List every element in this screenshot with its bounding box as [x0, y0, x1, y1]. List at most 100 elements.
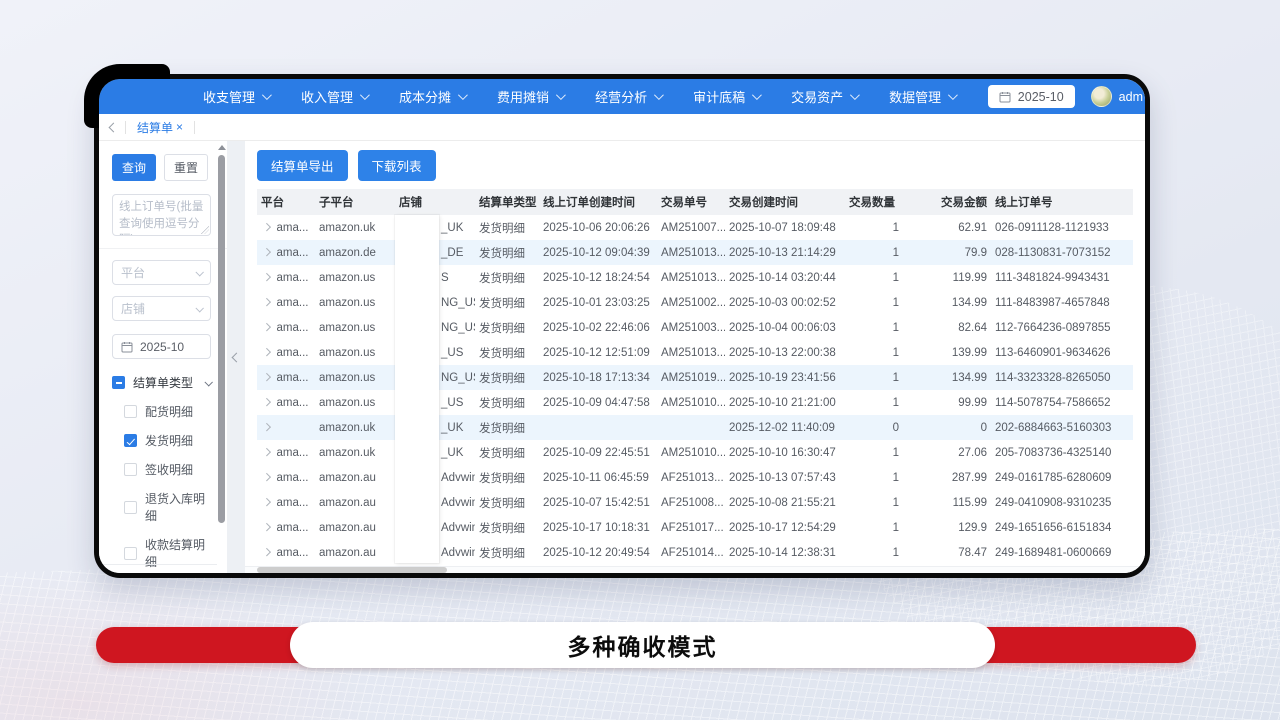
cell-transaction-created: 2025-10-17 12:54:29 [725, 515, 845, 540]
row-expand-icon[interactable] [263, 248, 271, 256]
settlement-type-option[interactable]: 配货明细 [124, 403, 211, 420]
sidebar-collapse-icon[interactable] [231, 352, 241, 362]
shop-column-redaction-overlay [395, 215, 439, 563]
nav-item[interactable]: 交易资产 [775, 79, 873, 114]
online-order-no-textarea[interactable]: 线上订单号(批量查询使用逗号分隔) [112, 194, 211, 236]
row-expand-icon[interactable] [263, 223, 271, 231]
cell-sub-platform: amazon.us [315, 390, 395, 415]
row-expand-icon[interactable] [263, 398, 271, 406]
cell-online-order-created: 2025-10-09 04:47:58 [539, 390, 657, 415]
chevron-down-icon [195, 304, 203, 312]
reset-button[interactable]: 重置 [164, 154, 208, 181]
scrollbar-up-arrow-icon[interactable] [218, 145, 226, 150]
cell-transaction-no: AM251003... [657, 315, 725, 340]
table-row[interactable]: ama...amazon.auAdvwin发货明细2025-10-11 06:4… [257, 465, 1133, 490]
table-row[interactable]: ama...amazon.de_DE发货明细2025-10-12 09:04:3… [257, 240, 1133, 265]
row-expand-icon[interactable] [263, 323, 271, 331]
nav-item-label: 数据管理 [889, 87, 941, 106]
cell-settlement-type: 发货明细 [475, 440, 539, 465]
month-picker[interactable]: 2025-10 [112, 334, 211, 359]
checkbox-unchecked[interactable] [124, 405, 137, 418]
row-expand-icon[interactable] [263, 473, 271, 481]
sidebar-scrollbar[interactable] [217, 143, 226, 571]
table-row[interactable]: ama...amazon.uk_UK发货明细2025-10-09 22:45:5… [257, 440, 1133, 465]
navbar-date-picker[interactable]: 2025-10 [988, 85, 1075, 108]
chevron-down-icon [850, 90, 860, 100]
shop-name-suffix: NG_US [441, 297, 475, 309]
row-expand-icon[interactable] [263, 548, 271, 556]
cell-transaction-no: AM251007... [657, 215, 725, 240]
cell-transaction-qty: 1 [845, 240, 903, 265]
cell-online-order-created: 2025-10-07 15:42:51 [539, 490, 657, 515]
checkbox-unchecked[interactable] [124, 547, 137, 560]
nav-item[interactable]: 数据管理 [873, 79, 971, 114]
table-row[interactable]: ama...amazon.us_US发货明细2025-10-09 04:47:5… [257, 390, 1133, 415]
tab-close-icon[interactable]: × [176, 120, 183, 134]
table-row[interactable]: ama...amazon.uk_UK发货明细2025-10-06 20:06:2… [257, 215, 1133, 240]
nav-menu: 收支管理收入管理成本分摊费用摊销经营分析审计底稿交易资产 数据管理 [187, 79, 971, 114]
table-row[interactable]: ama...amazon.usNG_US发货明细2025-10-02 22:46… [257, 315, 1133, 340]
row-expand-icon[interactable] [263, 498, 271, 506]
row-expand-icon[interactable] [263, 298, 271, 306]
search-button[interactable]: 查询 [112, 154, 156, 181]
row-expand-icon[interactable] [263, 373, 271, 381]
month-picker-value: 2025-10 [140, 340, 184, 354]
nav-item[interactable]: 费用摊销 [481, 79, 579, 114]
cell-sub-platform: amazon.uk [315, 440, 395, 465]
checkbox-unchecked[interactable] [124, 501, 137, 514]
row-expand-icon[interactable] [263, 523, 271, 531]
settlement-type-option[interactable]: 退货入库明细 [124, 490, 211, 524]
nav-item[interactable]: 收入管理 [285, 79, 383, 114]
platform-select[interactable]: 平台 [112, 260, 211, 285]
checkbox-unchecked[interactable] [124, 463, 137, 476]
cell-transaction-qty: 1 [845, 215, 903, 240]
nav-item-label: 交易资产 [791, 87, 843, 106]
tab-settlement[interactable]: 结算单 × [126, 114, 194, 140]
user-menu[interactable]: adm [1091, 86, 1143, 107]
cell-transaction-amount: 287.99 [903, 465, 991, 490]
cell-sub-platform: amazon.us [315, 265, 395, 290]
shop-select[interactable]: 店铺 [112, 296, 211, 321]
row-expand-icon[interactable] [263, 448, 271, 456]
row-expand-icon[interactable] [263, 423, 271, 431]
table-row[interactable]: ama...amazon.usNG_US发货明细2025-10-18 17:13… [257, 365, 1133, 390]
tabs-scroll-left-icon[interactable] [109, 122, 119, 132]
settlement-type-label: 结算单类型 [133, 374, 193, 391]
nav-item[interactable]: 收支管理 [187, 79, 285, 114]
cell-platform: ama... [257, 215, 315, 240]
column-header: 交易金额 [903, 189, 991, 215]
nav-item[interactable]: 经营分析 [579, 79, 677, 114]
column-header: 交易单号 [657, 189, 725, 215]
settlement-type-indeterminate-checkbox[interactable] [112, 376, 125, 389]
shop-name-suffix: _UK [441, 447, 463, 459]
settlement-type-header[interactable]: 结算单类型 [112, 374, 211, 391]
cell-online-order-no: 114-3323328-8265050 [991, 365, 1133, 390]
row-expand-icon[interactable] [263, 348, 271, 356]
nav-item[interactable]: 审计底稿 [677, 79, 775, 114]
cell-sub-platform: amazon.au [315, 515, 395, 540]
table-row[interactable]: amazon.uk_UK发货明细2025-12-02 11:40:0900202… [257, 415, 1133, 440]
table-row[interactable]: ama...amazon.auAdvwin发货明细2025-10-12 20:4… [257, 540, 1133, 565]
cell-sub-platform: amazon.uk [315, 415, 395, 440]
cell-transaction-qty: 1 [845, 290, 903, 315]
checkbox-checked[interactable] [124, 434, 137, 447]
table-row[interactable]: ama...amazon.usS发货明细2025-10-12 18:24:54A… [257, 265, 1133, 290]
platform-select-placeholder: 平台 [121, 264, 145, 281]
export-settlement-button[interactable]: 结算单导出 [257, 150, 348, 181]
table-row[interactable]: ama...amazon.us_US发货明细2025-10-12 12:51:0… [257, 340, 1133, 365]
download-list-button[interactable]: 下载列表 [358, 150, 436, 181]
cell-sub-platform: amazon.us [315, 365, 395, 390]
column-header: 交易创建时间 [725, 189, 845, 215]
row-expand-icon[interactable] [263, 273, 271, 281]
nav-item[interactable]: 成本分摊 [383, 79, 481, 114]
horizontal-scrollbar-thumb[interactable] [257, 567, 447, 573]
table-row[interactable]: ama...amazon.usNG_US发货明细2025-10-01 23:03… [257, 290, 1133, 315]
shop-name-suffix: _US [441, 347, 463, 359]
table-row[interactable]: ama...amazon.auAdvwin发货明细2025-10-17 10:1… [257, 515, 1133, 540]
settlement-type-option[interactable]: 签收明细 [124, 461, 211, 478]
table-row[interactable]: ama...amazon.auAdvwin发货明细2025-10-07 15:4… [257, 490, 1133, 515]
sidebar-scrollbar-thumb[interactable] [218, 155, 225, 523]
cell-online-order-no: 114-5078754-7586652 [991, 390, 1133, 415]
cell-transaction-no: AM251019... [657, 365, 725, 390]
settlement-type-option[interactable]: 发货明细 [124, 432, 211, 449]
